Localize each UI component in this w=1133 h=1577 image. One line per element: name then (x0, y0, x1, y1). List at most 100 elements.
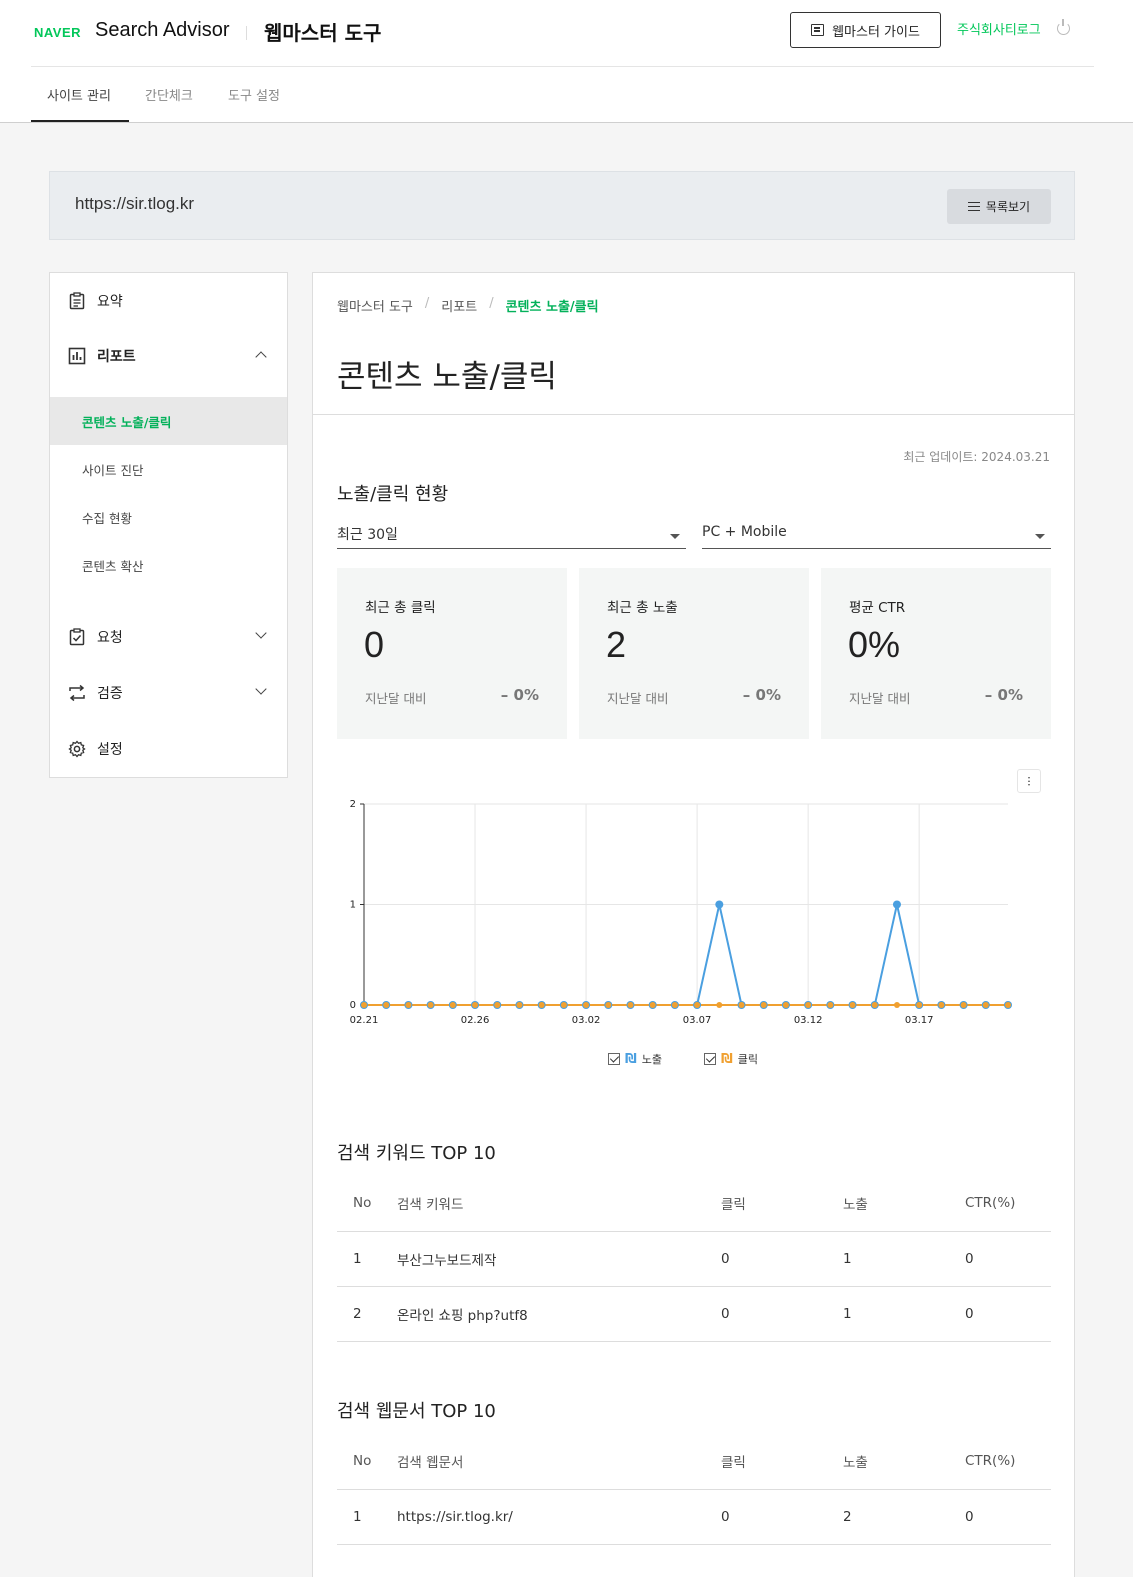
tab-quick-check[interactable]: 간단체크 (145, 85, 193, 104)
y-tick-label: 0 (350, 1000, 356, 1011)
breadcrumb-item[interactable]: 웹마스터 도구 (337, 296, 413, 315)
top-header: NAVER Search Advisor 웹마스터 도구 웹마스터 가이드 주식… (0, 0, 1133, 123)
column-header: 클릭 (721, 1175, 843, 1232)
data-point-0 (715, 900, 724, 909)
sidebar-item-request[interactable]: 요청 (50, 617, 287, 657)
chevron-down-icon[interactable] (255, 683, 267, 695)
table-row[interactable]: 1 부산그누보드제작 0 1 0 (337, 1231, 1051, 1287)
data-point-1 (871, 1002, 878, 1008)
series-line-0 (364, 904, 1008, 1006)
sidebar-item-report[interactable]: 리포트 (50, 336, 287, 376)
table-cell: 0 (721, 1489, 843, 1545)
legend-impressions[interactable]: ₪ 노출 (608, 1051, 662, 1067)
data-point-1 (671, 1002, 678, 1008)
device-select[interactable]: PC + Mobile (702, 521, 1051, 549)
data-point-1 (627, 1002, 634, 1008)
stat-change: – 0% (984, 686, 1023, 704)
sidebar-item-settings[interactable]: 설정 (50, 729, 287, 769)
table-cell: 2 (337, 1286, 397, 1342)
data-point-1 (383, 1002, 390, 1008)
stat-change: – 0% (500, 686, 539, 704)
page-title: 콘텐츠 노출/클릭 (337, 359, 557, 395)
chart-menu-kebab-icon[interactable] (1017, 769, 1041, 793)
checklist-icon (69, 628, 85, 646)
stat-label: 최근 총 노출 (607, 600, 678, 616)
list-icon (967, 201, 980, 212)
checkbox-checked-icon[interactable] (608, 1053, 620, 1065)
column-header: 노출 (843, 1175, 965, 1232)
period-select-value: 최근 30일 (337, 527, 398, 543)
table-cell: 0 (965, 1489, 1051, 1545)
column-header: No (337, 1433, 397, 1490)
webdocs-table: No 검색 웹문서 클릭 노출 CTR(%) 1 https://sir.tlo… (337, 1433, 1051, 1545)
table-row[interactable]: 2 온라인 쇼핑 php?utf8 0 1 0 (337, 1286, 1051, 1342)
brand-divider (246, 26, 247, 40)
data-point-1 (738, 1002, 745, 1008)
sidebar-subitem-site-diagnosis[interactable]: 사이트 진단 (50, 445, 287, 493)
x-tick-label: 03.12 (794, 1015, 823, 1026)
data-point-1 (782, 1002, 789, 1008)
period-select[interactable]: 최근 30일 (337, 521, 686, 549)
x-tick-label: 03.02 (572, 1015, 601, 1026)
table-cell: 부산그누보드제작 (397, 1231, 721, 1287)
table-cell: 0 (965, 1286, 1051, 1342)
breadcrumb-current: 콘텐츠 노출/클릭 (505, 300, 599, 315)
data-point-1 (583, 1002, 590, 1008)
user-name-link[interactable]: 주식회사티로그 (957, 19, 1041, 38)
list-view-button[interactable]: 목록보기 (947, 189, 1051, 224)
table-cell: 1 (337, 1489, 397, 1545)
stat-card-clicks: 최근 총 클릭 0 지난달 대비 – 0% (337, 568, 567, 739)
overview-title: 노출/클릭 현황 (337, 484, 449, 505)
data-point-1 (893, 1002, 900, 1008)
search-advisor-brand[interactable]: Search Advisor (95, 19, 230, 42)
table-cell[interactable]: https://sir.tlog.kr/ (397, 1489, 721, 1545)
x-tick-label: 03.17 (905, 1015, 934, 1026)
table-row[interactable]: 1 https://sir.tlog.kr/ 0 2 0 (337, 1489, 1051, 1545)
sidebar-subitem-collection-status[interactable]: 수집 현황 (50, 493, 287, 541)
data-point-1 (560, 1002, 567, 1008)
tab-site-management[interactable]: 사이트 관리 (47, 85, 111, 104)
checkbox-checked-icon[interactable] (704, 1053, 716, 1065)
sidebar-settings-label: 설정 (97, 742, 123, 758)
legend-label: 노출 (641, 1053, 663, 1066)
data-point-1 (694, 1002, 701, 1008)
y-tick-label: 2 (350, 799, 356, 810)
caret-down-icon (1035, 534, 1045, 539)
chevron-down-icon[interactable] (255, 627, 267, 639)
webmaster-guide-button[interactable]: 웹마스터 가이드 (790, 12, 941, 48)
caret-down-icon (670, 534, 680, 539)
tab-tool-settings[interactable]: 도구 설정 (228, 85, 280, 104)
sidebar-subitem-content-exposure[interactable]: 콘텐츠 노출/클릭 (50, 397, 287, 445)
data-point-1 (427, 1002, 434, 1008)
clipboard-icon (69, 292, 85, 310)
sidebar-item-verify[interactable]: 검증 (50, 673, 287, 713)
breadcrumb-separator: / (489, 296, 494, 311)
sidebar-subitem-content-spread[interactable]: 콘텐츠 확산 (50, 541, 287, 589)
table-cell: 1 (843, 1231, 965, 1287)
sidebar-request-label: 요청 (97, 630, 123, 646)
stat-change: – 0% (742, 686, 781, 704)
x-tick-label: 02.26 (461, 1015, 490, 1026)
column-header: CTR(%) (965, 1175, 1051, 1232)
column-header: 클릭 (721, 1433, 843, 1490)
chevron-up-icon[interactable] (255, 351, 267, 363)
webmaster-guide-label: 웹마스터 가이드 (832, 24, 920, 40)
table-cell: 0 (721, 1231, 843, 1287)
webmaster-tool-title[interactable]: 웹마스터 도구 (264, 17, 381, 46)
stat-card-impressions: 최근 총 노출 2 지난달 대비 – 0% (579, 568, 809, 739)
data-point-1 (649, 1002, 656, 1008)
title-divider (313, 414, 1074, 415)
naver-logo[interactable]: NAVER (34, 25, 81, 40)
breadcrumb-item[interactable]: 리포트 (441, 296, 477, 315)
legend-clicks[interactable]: ₪ 클릭 (704, 1051, 758, 1067)
data-point-1 (472, 1002, 479, 1008)
webdocs-title: 검색 웹문서 TOP 10 (337, 1401, 496, 1422)
data-point-1 (516, 1002, 523, 1008)
series-line-icon: ₪ (721, 1051, 733, 1067)
logout-power-icon[interactable] (1057, 19, 1070, 35)
breadcrumb-separator: / (424, 296, 430, 311)
table-cell: 1 (337, 1231, 397, 1287)
stat-compare-label: 지난달 대비 (365, 691, 427, 706)
sidebar-item-summary[interactable]: 요약 (50, 281, 287, 321)
stat-compare-label: 지난달 대비 (849, 691, 911, 706)
